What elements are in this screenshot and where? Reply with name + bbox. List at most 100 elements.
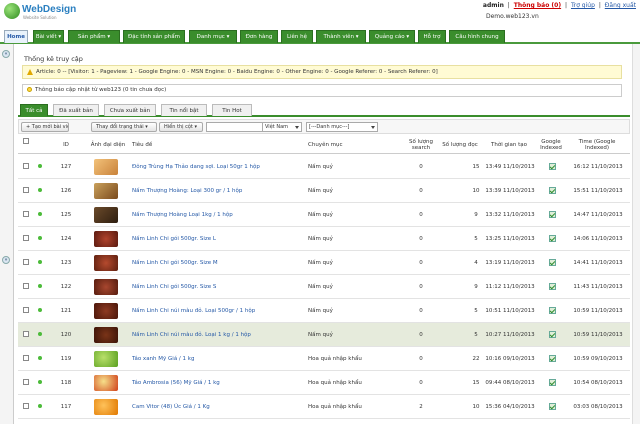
status-dot-icon[interactable]: [38, 212, 42, 216]
row-title[interactable]: Nấm Linh Chi gói 500gr. Size L: [132, 227, 304, 251]
row-thumbnail[interactable]: [94, 255, 118, 271]
notifications-link[interactable]: Thông báo (0): [514, 2, 561, 9]
language-select[interactable]: Việt Nam: [262, 122, 302, 132]
google-indexed-icon[interactable]: [549, 331, 556, 338]
scrollbar[interactable]: [632, 44, 640, 424]
google-indexed-icon[interactable]: [549, 187, 556, 194]
row-thumbnail[interactable]: [94, 231, 118, 247]
row-title[interactable]: Đông Trùng Hạ Thảo dang sợi. Loại 50gr 1…: [132, 155, 304, 179]
table-row[interactable]: 117 Cam Vitor (48) Úc Giá / 1 Kg Hoa quả n…: [18, 395, 630, 419]
google-indexed-icon[interactable]: [549, 307, 556, 314]
row-checkbox[interactable]: [23, 331, 29, 337]
google-indexed-icon[interactable]: [549, 163, 556, 170]
row-checkbox[interactable]: [23, 379, 29, 385]
nav-tab-home[interactable]: Home: [4, 30, 28, 43]
table-row[interactable]: 125 Nấm Thượng Hoàng Loại 1kg / 1 hộp Nấm …: [18, 203, 630, 227]
status-dot-icon[interactable]: [38, 380, 42, 384]
logo-text[interactable]: WebDesign: [22, 4, 76, 15]
row-checkbox[interactable]: [23, 187, 29, 193]
row-checkbox[interactable]: [23, 403, 29, 409]
table-row[interactable]: 120 Nấm Linh Chi núi màu đỏ. Loại 1 kg / …: [18, 323, 630, 347]
table-row[interactable]: 123 Nấm Linh Chi gói 500gr. Size M Nấm quý…: [18, 251, 630, 275]
status-dot-icon[interactable]: [38, 188, 42, 192]
row-thumbnail[interactable]: [94, 399, 118, 415]
tab-published[interactable]: Đã xuất bản: [53, 104, 99, 116]
table-row[interactable]: 119 Táo xanh Mỹ Giá / 1 kg Hoa quả nhập kh…: [18, 347, 630, 371]
status-dot-icon[interactable]: [38, 260, 42, 264]
nav-tab-products[interactable]: Sản phẩm ▾: [68, 30, 120, 43]
change-status-button[interactable]: Thay đổi trạng thái ▾: [91, 122, 157, 132]
status-dot-icon[interactable]: [38, 332, 42, 336]
nav-tab-support[interactable]: Hỗ trợ: [418, 30, 446, 43]
row-thumbnail[interactable]: [94, 327, 118, 343]
nav-tab-contact[interactable]: Liên hệ: [281, 30, 313, 43]
row-checkbox[interactable]: [23, 283, 29, 289]
category-select[interactable]: [---Danh mục---]: [306, 122, 378, 132]
google-indexed-icon[interactable]: [549, 355, 556, 362]
col-indexed-time[interactable]: Time (Google Indexed): [570, 135, 624, 154]
nav-tab-articles[interactable]: Bài viết ▾: [33, 30, 64, 43]
row-thumbnail[interactable]: [94, 375, 118, 391]
col-created[interactable]: Thời gian tạo: [486, 135, 532, 154]
tab-hot[interactable]: Tin Hot: [212, 104, 252, 116]
google-indexed-icon[interactable]: [549, 235, 556, 242]
status-dot-icon[interactable]: [38, 164, 42, 168]
nav-tab-settings[interactable]: Câu hình chung: [449, 30, 505, 43]
table-row[interactable]: 118 Táo Ambrosia (56) Mỹ Giá / 1 kg Hoa qu…: [18, 371, 630, 395]
row-checkbox[interactable]: [23, 355, 29, 361]
status-dot-icon[interactable]: [38, 308, 42, 312]
col-category[interactable]: Chuyên mục: [308, 135, 358, 154]
row-title[interactable]: Nấm Linh Chi gói 500gr. Size M: [132, 251, 304, 275]
row-title[interactable]: Táo xanh Mỹ Giá / 1 kg: [132, 347, 304, 371]
logout-link[interactable]: Đăng xuất: [605, 2, 636, 9]
status-dot-icon[interactable]: [38, 404, 42, 408]
row-thumbnail[interactable]: [94, 159, 118, 175]
logo-icon[interactable]: [4, 3, 20, 19]
row-thumbnail[interactable]: [94, 183, 118, 199]
row-checkbox[interactable]: [23, 307, 29, 313]
col-id[interactable]: ID: [58, 135, 74, 154]
row-checkbox[interactable]: [23, 235, 29, 241]
help-link[interactable]: Trợ giúp: [571, 2, 595, 9]
expand-icon[interactable]: «: [2, 50, 10, 58]
row-checkbox[interactable]: [23, 259, 29, 265]
update-notice[interactable]: Thông báo cập nhật từ web123 (0 tin chưa…: [22, 84, 622, 97]
nav-tab-ads[interactable]: Quảng cáo ▾: [369, 30, 415, 43]
table-row[interactable]: 121 Nấm Linh Chi núi màu đỏ. Loại 500gr /…: [18, 299, 630, 323]
col-title[interactable]: Tiêu đề: [132, 135, 192, 154]
google-indexed-icon[interactable]: [549, 379, 556, 386]
table-row[interactable]: 126 Nấm Thượng Hoàng: Loại 300 gr / 1 hộp…: [18, 179, 630, 203]
row-thumbnail[interactable]: [94, 207, 118, 223]
row-thumbnail[interactable]: [94, 279, 118, 295]
google-indexed-icon[interactable]: [549, 403, 556, 410]
status-dot-icon[interactable]: [38, 356, 42, 360]
tab-all[interactable]: Tất cả: [20, 104, 48, 116]
row-checkbox[interactable]: [23, 211, 29, 217]
tab-unpublished[interactable]: Chưa xuất bản: [104, 104, 156, 116]
row-title[interactable]: Nấm Thượng Hoàng Loại 1kg / 1 hộp: [132, 203, 304, 227]
row-title[interactable]: Cam Vitor (48) Úc Giá / 1 Kg: [132, 395, 304, 419]
table-row[interactable]: 122 Nấm Linh Chi gói 500gr. Size S Nấm quý…: [18, 275, 630, 299]
table-row[interactable]: 127 Đông Trùng Hạ Thảo dang sợi. Loại 50g…: [18, 155, 630, 179]
select-all-checkbox[interactable]: [23, 138, 29, 144]
row-title[interactable]: Nấm Linh Chi gói 500gr. Size S: [132, 275, 304, 299]
google-indexed-icon[interactable]: [549, 259, 556, 266]
nav-tab-categories[interactable]: Danh mục ▾: [189, 30, 237, 43]
nav-tab-members[interactable]: Thành viên ▾: [316, 30, 366, 43]
status-dot-icon[interactable]: [38, 236, 42, 240]
row-title[interactable]: Nấm Linh Chi núi màu đỏ. Loại 500gr / 1 …: [132, 299, 304, 323]
add-article-button[interactable]: + Tạo mới bài viết: [21, 122, 69, 132]
col-qty-read[interactable]: Số lượng đọc: [438, 135, 482, 154]
row-title[interactable]: Nấm Linh Chi núi màu đỏ. Loại 1 kg / 1 h…: [132, 323, 304, 347]
row-checkbox[interactable]: [23, 163, 29, 169]
table-row[interactable]: 124 Nấm Linh Chi gói 500gr. Size L Nấm quý…: [18, 227, 630, 251]
col-google-indexed[interactable]: Google Indexed: [536, 135, 566, 154]
nav-tab-orders[interactable]: Đơn hàng: [240, 30, 278, 43]
row-title[interactable]: Táo Ambrosia (56) Mỹ Giá / 1 kg: [132, 371, 304, 395]
collapse-icon[interactable]: »: [2, 256, 10, 264]
tab-featured[interactable]: Tin nổi bật: [161, 104, 207, 116]
row-thumbnail[interactable]: [94, 303, 118, 319]
row-thumbnail[interactable]: [94, 351, 118, 367]
google-indexed-icon[interactable]: [549, 211, 556, 218]
status-dot-icon[interactable]: [38, 284, 42, 288]
